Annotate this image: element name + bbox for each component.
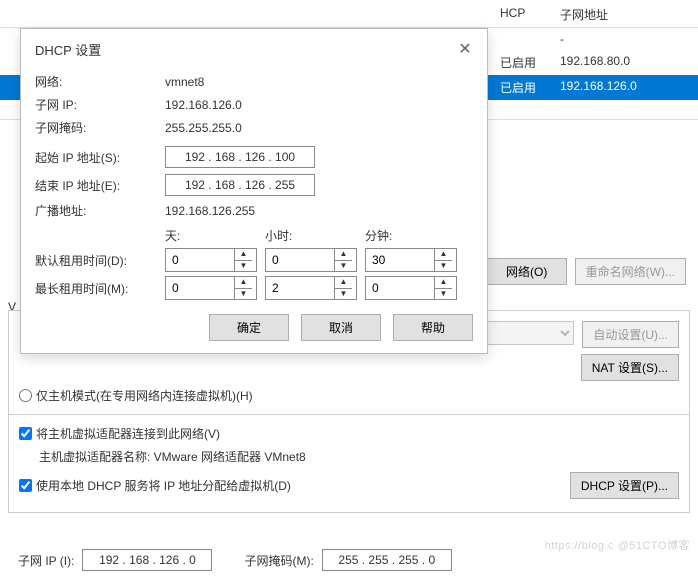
max-minutes-input[interactable]	[366, 277, 434, 299]
start-ip-label: 起始 IP 地址(S):	[35, 149, 165, 166]
start-ip-input[interactable]: 192 . 168 . 126 . 100	[165, 146, 315, 168]
subnet-mask-input[interactable]: 255 . 255 . 255 . 0	[322, 549, 452, 571]
spin-down-icon[interactable]: ▼	[435, 289, 452, 300]
default-days-stepper[interactable]: ▲▼	[165, 248, 257, 272]
add-network-button[interactable]: 网络(O)	[487, 258, 567, 285]
watermark: https://blog.c @51CTO博客	[545, 537, 690, 553]
lease-header: 天: 小时: 分钟:	[35, 227, 473, 244]
max-hours-input[interactable]	[266, 277, 334, 299]
broadcast-label: 广播地址:	[35, 202, 165, 219]
spin-down-icon[interactable]: ▼	[335, 289, 352, 300]
default-minutes-input[interactable]	[366, 249, 434, 271]
ok-button[interactable]: 确定	[209, 314, 289, 341]
broadcast-value: 192.168.126.255	[165, 204, 255, 218]
spin-down-icon[interactable]: ▼	[435, 261, 452, 272]
host-only-radio-input[interactable]	[19, 389, 32, 402]
dhcp-checkbox[interactable]: 使用本地 DHCP 服务将 IP 地址分配给虚拟机(D)	[19, 477, 291, 494]
dhcp-checkbox-input[interactable]	[19, 479, 32, 492]
subnet-mask-label: 子网掩码(M):	[244, 552, 313, 569]
host-only-radio[interactable]: 仅主机模式(在专用网络内连接虚拟机)(H)	[19, 387, 679, 404]
spin-down-icon[interactable]: ▼	[235, 261, 252, 272]
help-button[interactable]: 帮助	[393, 314, 473, 341]
max-lease-label: 最长租用时间(M):	[35, 280, 165, 297]
subnet-ip-dlg-value: 192.168.126.0	[165, 98, 242, 112]
network-value: vmnet8	[165, 75, 204, 89]
max-minutes-stepper[interactable]: ▲▼	[365, 276, 457, 300]
spin-down-icon[interactable]: ▼	[235, 289, 252, 300]
spin-down-icon[interactable]: ▼	[335, 261, 352, 272]
auto-settings-button[interactable]: 自动设置(U)...	[582, 321, 679, 348]
close-icon[interactable]: ✕	[455, 39, 475, 59]
rename-network-button[interactable]: 重命名网络(W)...	[575, 258, 686, 285]
default-minutes-stepper[interactable]: ▲▼	[365, 248, 457, 272]
end-ip-input[interactable]: 192 . 168 . 126 . 255	[165, 174, 315, 196]
network-buttons: 网络(O) 重命名网络(W)...	[487, 258, 686, 285]
table-header: HCP 子网地址	[0, 0, 698, 28]
cancel-button[interactable]: 取消	[301, 314, 381, 341]
dhcp-dialog: DHCP 设置 ✕ 网络: vmnet8 子网 IP: 192.168.126.…	[20, 28, 488, 354]
max-days-stepper[interactable]: ▲▼	[165, 276, 257, 300]
subnet-ip-input[interactable]: 192 . 168 . 126 . 0	[82, 549, 212, 571]
host-adapter-checkbox[interactable]: 将主机虚拟适配器连接到此网络(V)	[19, 425, 679, 442]
col-dhcp: HCP	[500, 6, 560, 23]
default-hours-input[interactable]	[266, 249, 334, 271]
subnet-ip-dlg-label: 子网 IP:	[35, 96, 165, 113]
spin-up-icon[interactable]: ▲	[235, 249, 252, 261]
spin-up-icon[interactable]: ▲	[435, 277, 452, 289]
dhcp-settings-button[interactable]: DHCP 设置(P)...	[570, 472, 679, 499]
spin-up-icon[interactable]: ▲	[335, 277, 352, 289]
default-days-input[interactable]	[166, 249, 234, 271]
default-lease-label: 默认租用时间(D):	[35, 252, 165, 269]
mask-dlg-value: 255.255.255.0	[165, 121, 242, 135]
spin-up-icon[interactable]: ▲	[335, 249, 352, 261]
network-label: 网络:	[35, 73, 165, 90]
max-hours-stepper[interactable]: ▲▼	[265, 276, 357, 300]
max-days-input[interactable]	[166, 277, 234, 299]
col-dhcp-pad	[0, 6, 500, 23]
end-ip-label: 结束 IP 地址(E):	[35, 177, 165, 194]
spin-up-icon[interactable]: ▲	[435, 249, 452, 261]
nat-settings-button[interactable]: NAT 设置(S)...	[581, 354, 679, 381]
col-subnet: 子网地址	[560, 6, 680, 23]
default-hours-stepper[interactable]: ▲▼	[265, 248, 357, 272]
host-adapter-name: 主机虚拟适配器名称: VMware 网络适配器 VMnet8	[39, 448, 679, 465]
subnet-ip-label: 子网 IP (I):	[18, 552, 74, 569]
mask-dlg-label: 子网掩码:	[35, 119, 165, 136]
spin-up-icon[interactable]: ▲	[235, 277, 252, 289]
dialog-title: DHCP 设置	[35, 40, 101, 59]
host-adapter-checkbox-input[interactable]	[19, 427, 32, 440]
